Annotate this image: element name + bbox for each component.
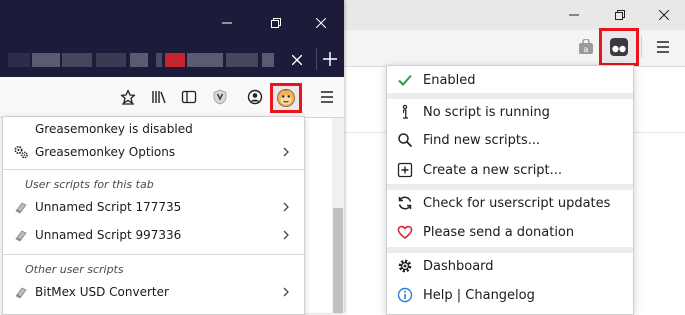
other-scripts-heading: Other user scripts	[25, 263, 124, 276]
greasemonkey-options-item[interactable]: Greasemonkey Options	[3, 140, 304, 164]
tab-separator	[316, 48, 317, 70]
donation-label: Please send a donation	[423, 225, 575, 240]
app-menu-button[interactable]	[316, 86, 338, 108]
close-icon	[659, 10, 669, 20]
check-updates-label: Check for userscript updates	[423, 196, 611, 211]
help-changelog-item[interactable]: Help | Changelog	[387, 282, 633, 308]
options-label: Greasemonkey Options	[35, 145, 176, 159]
script-item[interactable]: Unnamed Script 177735	[3, 195, 304, 219]
blurred-tab-segment	[156, 53, 162, 67]
blurred-tab-segment	[130, 53, 148, 67]
enabled-item[interactable]: Enabled	[387, 67, 633, 93]
script-puzzle-icon	[13, 284, 29, 300]
greasemonkey-panel: Greasemonkey is disabled Greasemonkey Op…	[2, 116, 305, 315]
chevron-right-icon	[283, 287, 289, 297]
shield-icon	[213, 89, 227, 105]
close-window-button[interactable]	[641, 0, 685, 30]
donation-item[interactable]: Please send a donation	[387, 219, 633, 245]
chevron-right-icon	[283, 202, 289, 212]
no-script-item: No script is running	[387, 99, 633, 125]
blurred-tab-segment	[262, 53, 274, 67]
script-puzzle-icon	[13, 199, 29, 215]
minimize-icon	[222, 22, 232, 24]
new-tab-button[interactable]	[319, 48, 341, 70]
minimize-icon	[569, 14, 579, 16]
tampermonkey-icon	[610, 38, 628, 56]
blurred-tab-segment	[226, 53, 258, 67]
search-icon	[397, 132, 413, 148]
no-script-label: No script is running	[423, 105, 550, 120]
account-button[interactable]	[244, 86, 266, 108]
plus-icon	[323, 52, 337, 66]
blurred-tab-favicon	[165, 53, 185, 67]
greasemonkey-monkey-icon	[277, 89, 295, 107]
left-close-window-button[interactable]	[298, 8, 344, 38]
create-script-label: Create a new script...	[423, 163, 563, 178]
checkmark-icon	[397, 72, 413, 88]
find-scripts-label: Find new scripts...	[423, 133, 541, 148]
tampermonkey-menu: Enabled No script is running Find new sc…	[386, 65, 634, 315]
minimize-button[interactable]	[551, 0, 597, 30]
tab-scripts-heading: User scripts for this tab	[25, 178, 154, 191]
restore-icon	[615, 10, 625, 20]
restore-icon	[271, 18, 281, 28]
find-scripts-item[interactable]: Find new scripts...	[387, 127, 633, 153]
blurred-tab-segment	[8, 53, 30, 67]
blurred-tab-segment	[187, 53, 223, 67]
toolbar-divider	[641, 36, 642, 58]
blurred-tab-segment	[32, 53, 60, 67]
plus-square-icon	[397, 162, 413, 178]
shopping-bag-icon: a	[579, 39, 593, 54]
pocket-button[interactable]	[117, 86, 139, 108]
gear-icon	[397, 258, 413, 274]
shield-extension-button[interactable]	[209, 86, 231, 108]
script-label: BitMex USD Converter	[35, 285, 169, 299]
script-label: Unnamed Script 997336	[35, 228, 182, 242]
status-label: Greasemonkey is disabled	[35, 122, 193, 136]
account-icon	[247, 89, 263, 105]
greasemonkey-button[interactable]	[270, 83, 302, 113]
check-updates-item[interactable]: Check for userscript updates	[387, 190, 633, 216]
chevron-right-icon	[283, 147, 289, 157]
chevron-right-icon	[283, 230, 289, 240]
refresh-icon	[397, 195, 413, 211]
script-item[interactable]: BitMex USD Converter	[3, 280, 304, 304]
svg-text:a: a	[584, 45, 589, 54]
dashboard-item[interactable]: Dashboard	[387, 253, 633, 279]
dashboard-label: Dashboard	[423, 259, 494, 274]
sidebar-icon	[181, 90, 197, 104]
blurred-tab-segment	[62, 53, 92, 67]
greasemonkey-status[interactable]: Greasemonkey is disabled	[3, 117, 304, 141]
info-i-icon	[397, 104, 413, 120]
panel-divider	[3, 169, 304, 170]
close-icon	[316, 18, 326, 28]
script-label: Unnamed Script 177735	[35, 200, 182, 214]
panel-divider	[3, 254, 304, 255]
library-button[interactable]	[148, 86, 170, 108]
tab-close-button[interactable]	[286, 52, 308, 68]
info-circle-icon	[397, 287, 413, 303]
left-window-titlebar	[0, 0, 344, 77]
left-restore-button[interactable]	[253, 8, 299, 38]
scrollbar-thumb[interactable]	[333, 208, 343, 313]
enabled-label: Enabled	[423, 73, 476, 88]
create-script-item[interactable]: Create a new script...	[387, 157, 633, 183]
help-changelog-label: Help | Changelog	[423, 288, 535, 303]
hamburger-menu-icon	[321, 91, 333, 103]
tampermonkey-button[interactable]	[599, 28, 639, 66]
star-save-icon	[120, 89, 136, 105]
restore-button[interactable]	[597, 0, 643, 30]
gears-icon	[13, 144, 29, 160]
library-icon	[152, 91, 166, 104]
hamburger-menu-icon	[657, 41, 669, 53]
sidebar-button[interactable]	[178, 86, 200, 108]
left-minimize-button[interactable]	[204, 8, 250, 38]
script-item[interactable]: Unnamed Script 997336	[3, 223, 304, 247]
heart-icon	[397, 224, 413, 240]
amazon-extension-button[interactable]: a	[578, 39, 594, 55]
close-icon	[292, 55, 302, 65]
right-app-menu-button[interactable]	[655, 39, 671, 55]
script-puzzle-icon	[13, 227, 29, 243]
blurred-tab-segment	[96, 53, 126, 67]
